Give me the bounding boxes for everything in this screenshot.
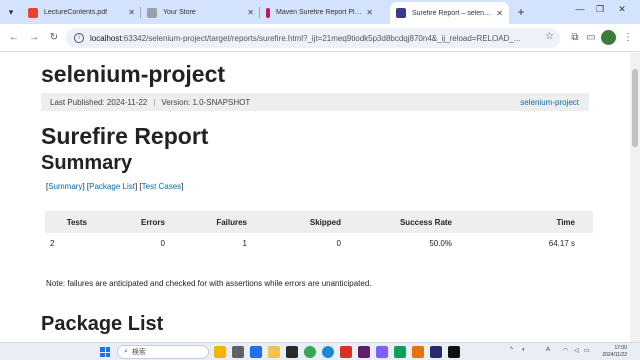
store-icon[interactable]: [376, 346, 388, 358]
tab-search-icon[interactable]: ▾: [3, 5, 19, 19]
tray-chevron-icon[interactable]: ^: [510, 347, 513, 353]
intellij-icon: [396, 8, 406, 18]
tab-your-store[interactable]: Your Store ✕: [141, 3, 260, 22]
report-title: Surefire Report: [41, 123, 209, 149]
close-icon[interactable]: ✕: [128, 8, 135, 17]
maximize-icon[interactable]: ❐: [590, 4, 610, 15]
widgets-icon[interactable]: [214, 346, 226, 358]
banner-divider: |: [153, 97, 156, 107]
cell-success-rate: 50.0%: [429, 238, 452, 248]
taskbar-search-placeholder: 検索: [131, 349, 146, 356]
back-button[interactable]: ←: [6, 30, 22, 46]
new-tab-button[interactable]: +: [513, 5, 529, 19]
active-app-icon[interactable]: [448, 346, 460, 358]
browser-toolbar: ← → ↻ i localhost:63342/selenium-project…: [0, 24, 640, 52]
cell-time: 64.17 s: [548, 238, 575, 248]
summary-heading: Summary: [41, 152, 133, 174]
url-text[interactable]: localhost:63342/selenium-project/target/…: [90, 34, 536, 43]
table-row: 2 0 1 0 50.0% 64.17 s: [45, 233, 593, 253]
bracket: ] [: [134, 182, 142, 191]
last-published: Last Published: 2024-11-22: [50, 97, 148, 107]
summary-table: Tests Errors Failures Skipped Success Ra…: [45, 211, 593, 253]
header-skipped: Skipped: [247, 211, 341, 233]
address-bar[interactable]: i localhost:63342/selenium-project/targe…: [66, 28, 560, 48]
scrollbar-thumb[interactable]: [632, 69, 638, 147]
project-link[interactable]: selenium-project: [520, 98, 579, 107]
pdf-icon: [28, 7, 38, 18]
summary-link[interactable]: Summary: [48, 182, 82, 191]
taskbar-clock[interactable]: 17:00 2024/11/22: [597, 345, 627, 359]
page-icon: [147, 7, 157, 18]
url-host: localhost: [90, 33, 122, 43]
minimize-icon[interactable]: —: [570, 4, 590, 14]
slack-icon[interactable]: [358, 346, 370, 358]
info-banner: Last Published: 2024-11-22 | Version: 1.…: [41, 93, 589, 111]
extensions-icon[interactable]: ⧉: [567, 30, 583, 46]
header-errors: Errors: [87, 211, 167, 233]
header-success-rate: Success Rate: [341, 211, 452, 233]
bookmark-star-icon[interactable]: ☆: [545, 31, 554, 42]
header-failures: Failures: [167, 211, 247, 233]
windows-start-icon[interactable]: [100, 347, 110, 357]
tab-surefire-report[interactable]: Surefire Report – selenium-p ✕: [390, 2, 509, 24]
mail-icon[interactable]: [340, 346, 352, 358]
table-header-row: Tests Errors Failures Skipped Success Ra…: [45, 211, 593, 233]
task-view-icon[interactable]: [232, 346, 244, 358]
tab-title: LectureContents.pdf: [44, 9, 108, 16]
reload-button[interactable]: ↻: [46, 30, 62, 46]
package-list-link[interactable]: Package List: [89, 182, 135, 191]
maven-icon: [266, 7, 270, 18]
clock-time: 17:00: [614, 345, 627, 351]
file-explorer-icon[interactable]: [268, 346, 280, 358]
cell-failures: 1: [242, 238, 247, 248]
page-scrollbar[interactable]: [630, 53, 640, 342]
tab-title: Your Store: [163, 9, 196, 16]
url-path: :63342/selenium-project/target/reports/s…: [121, 33, 521, 43]
intellij-taskbar-icon[interactable]: [430, 346, 442, 358]
note-text: Note: failures are anticipated and check…: [46, 279, 372, 288]
tab-strip: ▾ LectureContents.pdf ✕ Your Store ✕ Mav…: [0, 0, 640, 24]
close-icon[interactable]: ✕: [247, 8, 254, 17]
header-tests: Tests: [45, 211, 87, 233]
test-cases-link[interactable]: Test Cases: [142, 182, 182, 191]
tab-title: Maven Surefire Report Plugin: [276, 9, 363, 16]
package-list-heading: Package List: [41, 313, 164, 335]
version-text: Version: 1.0-SNAPSHOT: [161, 97, 251, 107]
forward-button[interactable]: →: [26, 30, 42, 46]
vscode-icon[interactable]: [250, 346, 262, 358]
close-icon[interactable]: ✕: [496, 9, 503, 18]
project-title: selenium-project: [41, 61, 226, 87]
wifi-icon[interactable]: ◠: [563, 347, 568, 354]
tab-title: Surefire Report – selenium-p: [412, 9, 492, 17]
volume-icon[interactable]: ◁: [574, 347, 579, 354]
cell-tests: 2: [50, 238, 55, 248]
app-icon[interactable]: [412, 346, 424, 358]
menu-icon[interactable]: ⋮: [620, 30, 636, 46]
page-content: selenium-project Last Published: 2024-11…: [0, 53, 630, 342]
tab-maven-surefire[interactable]: Maven Surefire Report Plugin ✕: [260, 3, 379, 22]
clock-date: 2024/11/22: [602, 352, 627, 358]
battery-icon[interactable]: ▭: [584, 347, 590, 354]
ime-icon[interactable]: A: [546, 347, 550, 353]
app-icon[interactable]: [394, 346, 406, 358]
bracket: ]: [181, 182, 184, 191]
tray-icon[interactable]: ◐: [522, 347, 526, 353]
close-window-icon[interactable]: ✕: [612, 4, 632, 15]
cell-errors: 0: [160, 238, 165, 248]
windows-taskbar: ⌕ 検索 ^ ◐ A ◠ ◁ ▭ 17:00 2024/11/22: [0, 342, 640, 360]
profile-avatar[interactable]: [601, 30, 616, 45]
search-icon: ⌕: [124, 348, 128, 355]
cell-skipped: 0: [336, 238, 341, 248]
taskbar-search[interactable]: ⌕ 検索: [117, 345, 209, 359]
tab-lecturecontents[interactable]: LectureContents.pdf ✕: [22, 3, 141, 22]
close-icon[interactable]: ✕: [366, 8, 373, 17]
chrome-icon[interactable]: [304, 346, 316, 358]
site-info-icon[interactable]: i: [74, 33, 84, 43]
sidebar-icon[interactable]: ▭: [583, 30, 599, 46]
terminal-icon[interactable]: [286, 346, 298, 358]
section-links: [Summary] [Package List] [Test Cases]: [46, 182, 183, 191]
edge-icon[interactable]: [322, 346, 334, 358]
header-time: Time: [452, 211, 593, 233]
